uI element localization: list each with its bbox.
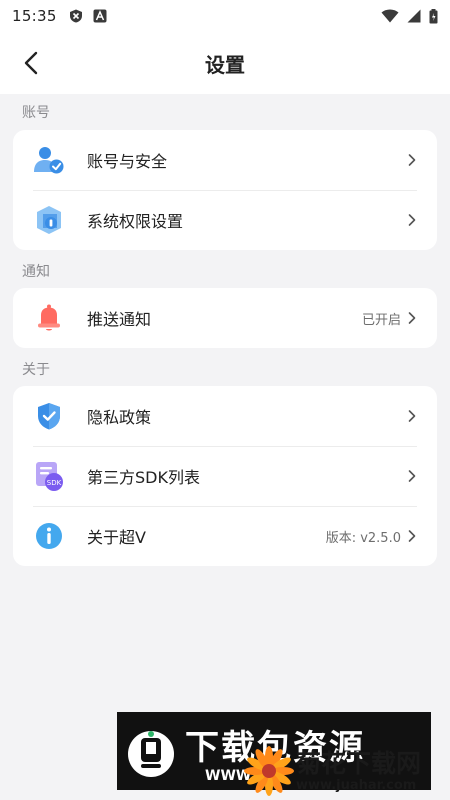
push-notification-status: 已开启 — [361, 312, 401, 328]
account-security-item[interactable]: 账号与安全 — [13, 130, 437, 190]
bell-icon — [38, 304, 60, 331]
back-button[interactable] — [14, 46, 48, 80]
about-app-label: 关于超V — [87, 528, 146, 547]
status-time: 15:35 — [12, 7, 57, 25]
chevron-right-icon — [408, 470, 416, 482]
push-notification-label: 推送通知 — [87, 310, 152, 329]
status-bar: 15:35 — [0, 0, 450, 32]
signal-icon — [407, 9, 421, 23]
juhua-watermark: 菊花下载网 www.juahar.com — [244, 740, 450, 800]
juhua-watermark-name: 菊花下载网 — [296, 749, 422, 778]
privacy-policy-item[interactable]: 隐私政策 — [13, 386, 437, 446]
svg-text:SDK: SDK — [47, 479, 62, 487]
system-permission-label: 系统权限设置 — [87, 212, 184, 231]
chevron-right-icon — [408, 214, 416, 226]
page-title: 设置 — [205, 52, 245, 77]
sdk-list-label: 第三方SDK列表 — [87, 468, 200, 487]
about-card: 隐私政策 SDK 第三方SDK列表 关于超V 版本: v2.5.0 — [13, 386, 437, 566]
sdk-list-item[interactable]: SDK 第三方SDK列表 — [13, 446, 437, 506]
section-label-about: 关于 — [22, 362, 50, 378]
sdk-list-icon: SDK — [36, 462, 63, 491]
shield-status-icon — [69, 9, 82, 23]
system-permission-icon — [37, 206, 61, 234]
download-logo-icon — [128, 731, 174, 777]
privacy-shield-icon — [38, 403, 60, 430]
a-status-icon — [93, 9, 107, 23]
info-icon — [36, 523, 62, 549]
chevron-right-icon — [408, 312, 416, 324]
about-app-item[interactable]: 关于超V 版本: v2.5.0 — [13, 506, 437, 566]
chevron-right-icon — [408, 154, 416, 166]
privacy-policy-label: 隐私政策 — [87, 408, 152, 427]
app-version: 版本: v2.5.0 — [325, 530, 401, 546]
account-security-label: 账号与安全 — [87, 152, 168, 171]
battery-icon — [429, 8, 438, 23]
system-permission-item[interactable]: 系统权限设置 — [13, 190, 437, 250]
section-label-notification: 通知 — [22, 264, 50, 280]
flower-logo-icon — [244, 746, 294, 796]
chevron-right-icon — [408, 530, 416, 542]
wifi-icon — [381, 9, 399, 23]
notification-card: 推送通知 已开启 — [13, 288, 437, 348]
section-label-account: 账号 — [22, 105, 50, 121]
juhua-watermark-url: www.juahar.com — [296, 778, 417, 793]
chevron-left-icon — [24, 51, 38, 75]
account-security-icon — [34, 147, 64, 174]
header: 设置 — [0, 32, 450, 94]
chevron-right-icon — [408, 410, 416, 422]
push-notification-item[interactable]: 推送通知 已开启 — [13, 288, 437, 348]
account-card: 账号与安全 系统权限设置 — [13, 130, 437, 250]
